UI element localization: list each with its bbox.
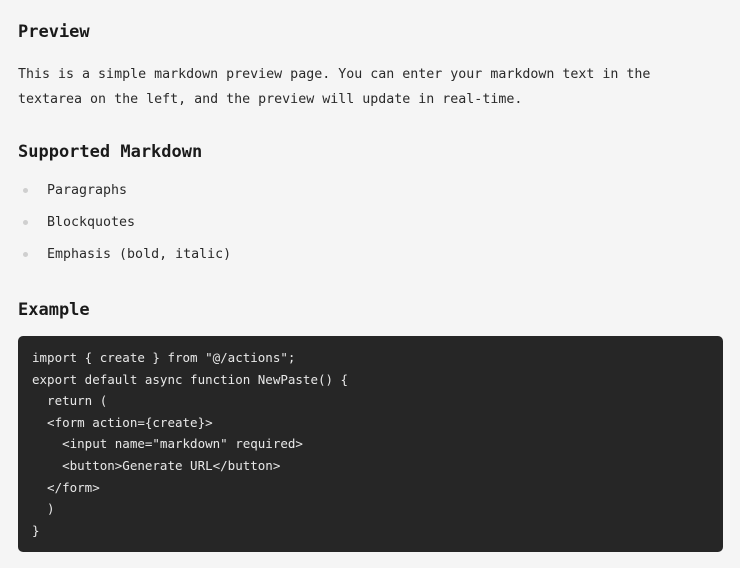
code-line: ) xyxy=(32,501,55,517)
list-item: Paragraphs xyxy=(18,177,231,209)
example-heading: Example xyxy=(18,300,90,320)
supported-markdown-heading: Supported Markdown xyxy=(18,142,203,162)
code-line: export default async function NewPaste()… xyxy=(32,371,349,387)
list-item: Blockquotes xyxy=(18,209,231,241)
list-item-label: Emphasis (bold, italic) xyxy=(47,247,232,262)
code-line: </form> xyxy=(32,479,100,495)
code-line: } xyxy=(32,522,40,538)
supported-markdown-list: Paragraphs Blockquotes Emphasis (bold, i… xyxy=(18,177,231,273)
list-item-label: Blockquotes xyxy=(47,215,136,230)
code-line: <form action={create}> xyxy=(32,414,213,430)
code-block: import { create } from "@/actions"; expo… xyxy=(18,336,723,552)
bullet-icon xyxy=(23,252,28,257)
preview-heading: Preview xyxy=(18,22,90,42)
code-line: return ( xyxy=(32,393,108,409)
code-line: <input name="markdown" required> xyxy=(32,436,303,452)
intro-line-2: textarea on the left, and the preview wi… xyxy=(18,92,523,107)
list-item-label: Paragraphs xyxy=(47,183,128,198)
code-line: import { create } from "@/actions"; xyxy=(32,350,296,365)
intro-paragraph: This is a simple markdown preview page. … xyxy=(18,62,723,112)
list-item: Emphasis (bold, italic) xyxy=(18,241,231,273)
code-line: <button>Generate URL</button> xyxy=(32,457,281,473)
intro-line-1: This is a simple markdown preview page. … xyxy=(18,67,651,82)
bullet-icon xyxy=(23,220,28,225)
bullet-icon xyxy=(23,188,28,193)
